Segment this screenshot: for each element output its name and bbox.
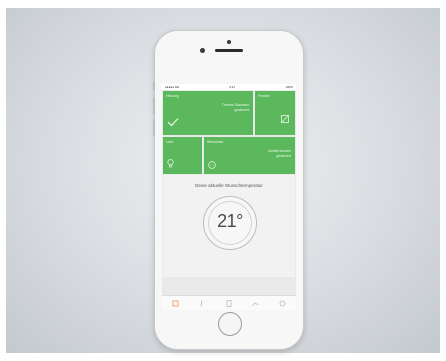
carrier-signal: ●●●●● DE: [165, 85, 180, 89]
tab-home[interactable]: [171, 300, 179, 308]
tile-socket[interactable]: Steckdose Geräte werden gesteuert: [204, 137, 295, 174]
tile-status: Thermo Standard gesteuert: [222, 103, 249, 112]
thermostat-title: Deine aktuelle Wunschtemperatur: [195, 183, 263, 188]
front-camera: [200, 48, 205, 53]
tab-settings[interactable]: [279, 300, 287, 308]
tab-bar: [162, 295, 296, 310]
status-time: 9:41: [229, 85, 236, 89]
sensor-dot: [227, 40, 231, 44]
tab-devices[interactable]: [225, 300, 233, 308]
tile-label: Steckdose: [207, 140, 224, 144]
tile-light[interactable]: Licht: [163, 137, 202, 174]
tile-status-line: Thermo Standard: [221, 103, 249, 107]
volume-up-button: [153, 97, 155, 115]
tile-status-line: gesteuert: [234, 107, 249, 112]
tile-status-line: Geräte werden: [267, 149, 291, 153]
tile-status: Geräte werden gesteuert: [268, 149, 291, 158]
mute-switch: [153, 81, 155, 91]
tile-label: Licht: [166, 140, 174, 144]
tile-window[interactable]: Fenster: [255, 91, 295, 135]
socket-icon: [208, 161, 216, 169]
tile-heating[interactable]: Heizung Thermo Standard gesteuert: [163, 91, 253, 135]
tile-status-line: gesteuert: [276, 153, 291, 158]
phone-screen: ●●●●● DE 9:41 100% Heizung Thermo Standa…: [162, 84, 296, 310]
bulb-icon: [200, 300, 203, 307]
home-button[interactable]: [218, 312, 242, 336]
background: ●●●●● DE 9:41 100% Heizung Thermo Standa…: [6, 8, 440, 353]
tile-label: Heizung: [166, 94, 179, 98]
tile-grid: Heizung Thermo Standard gesteuert Fenste…: [162, 90, 296, 188]
window-icon: [281, 115, 289, 123]
temperature-dial[interactable]: 21°: [203, 196, 257, 250]
bulb-icon: [167, 159, 174, 168]
home-icon: [172, 300, 179, 307]
chart-icon: [252, 302, 259, 306]
tab-statistics[interactable]: [252, 300, 260, 308]
settings-icon: [279, 300, 286, 307]
earpiece-speaker: [215, 49, 243, 52]
tab-light[interactable]: [198, 300, 206, 308]
battery-indicator: 100%: [285, 85, 293, 89]
check-icon: [167, 118, 179, 127]
temperature-value: 21°: [217, 211, 243, 231]
tile-label: Fenster: [258, 94, 270, 98]
phone-device: ●●●●● DE 9:41 100% Heizung Thermo Standa…: [153, 30, 304, 350]
volume-down-button: [153, 119, 155, 137]
device-icon: [226, 300, 232, 307]
thermostat-panel: Deine aktuelle Wunschtemperatur 21°: [163, 175, 295, 277]
